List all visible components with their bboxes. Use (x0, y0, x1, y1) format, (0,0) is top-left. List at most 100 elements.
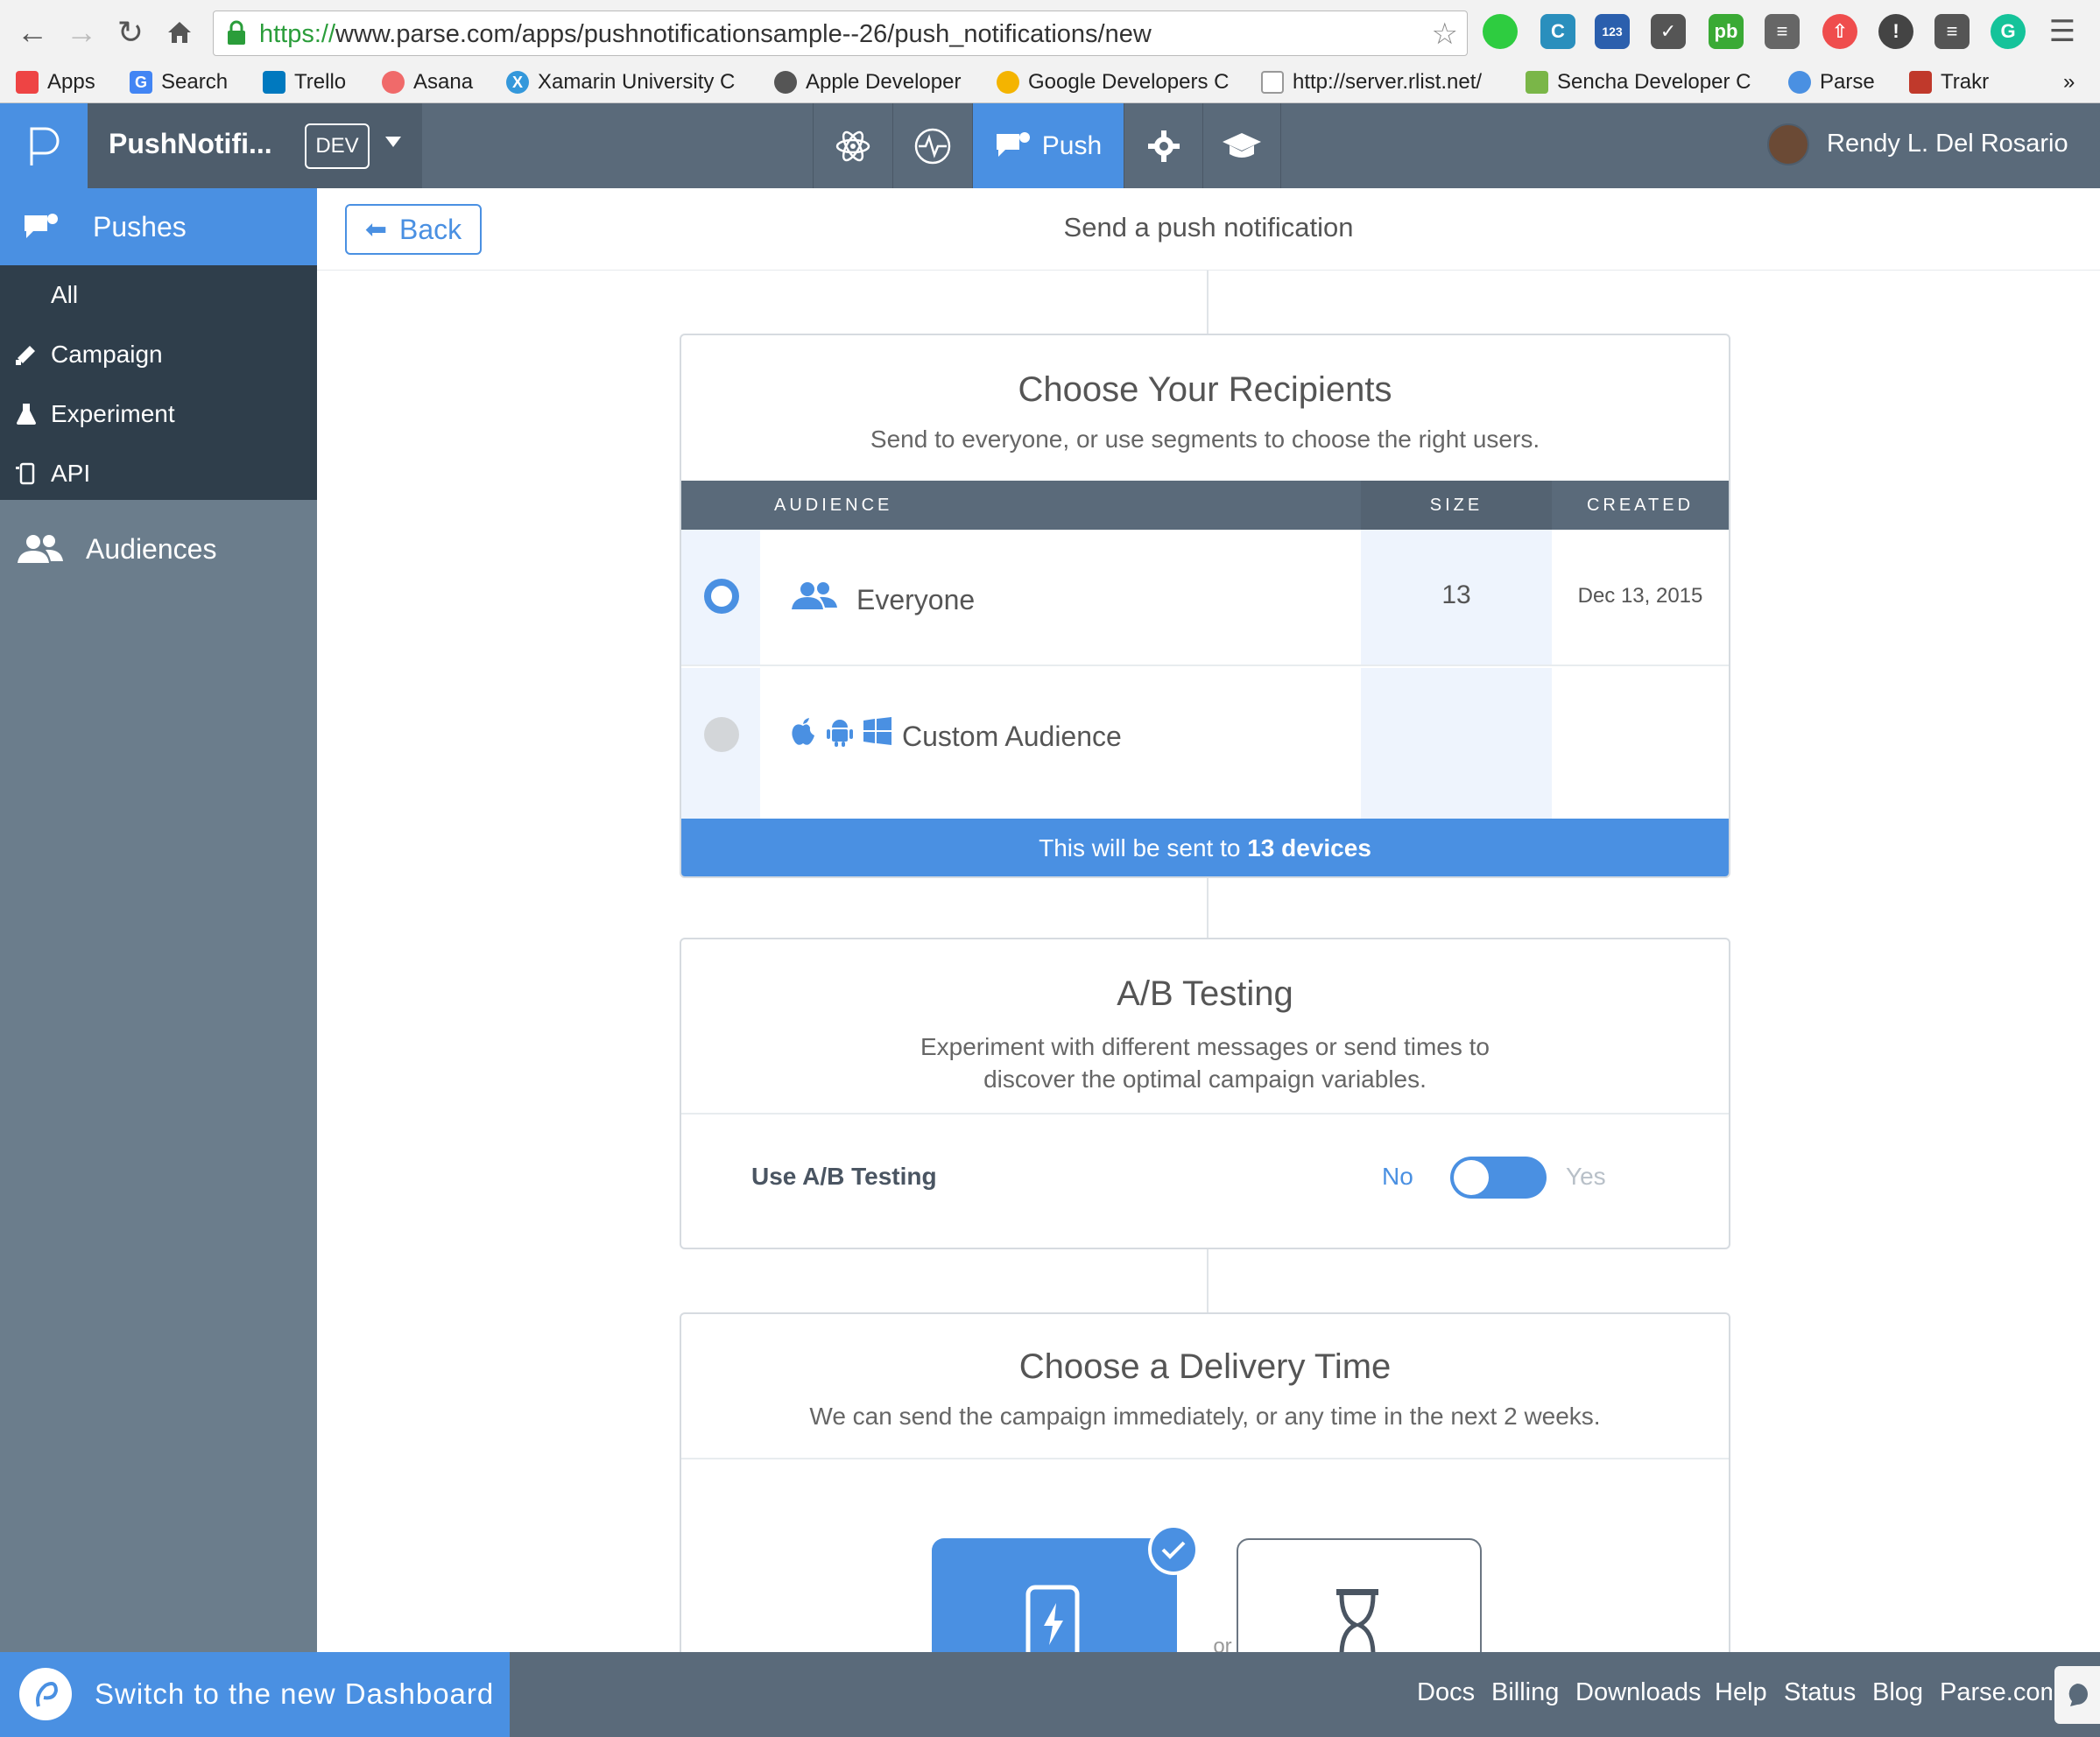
asana-icon (382, 71, 405, 94)
reader-extension-icon[interactable]: ≡ (1765, 14, 1800, 49)
ab-testing-card: A/B Testing Experiment with different me… (680, 938, 1730, 1249)
audience-radio-unselected[interactable] (704, 717, 739, 752)
check-circle-icon (1148, 1524, 1199, 1575)
bookmark-asana[interactable]: Asana (382, 67, 473, 98)
pulse-icon (914, 128, 950, 164)
sidebar: Pushes All Campaign Experiment API Audie… (0, 188, 317, 1652)
size-column (1361, 668, 1552, 819)
switch-dashboard-button[interactable]: Switch to the new Dashboard (0, 1652, 510, 1737)
divider (681, 1458, 1729, 1459)
footer-link-help[interactable]: Help (1715, 1678, 1767, 1707)
pocket-extension-icon[interactable]: ✓ (1651, 14, 1686, 49)
bookmark-xamarin[interactable]: X Xamarin University C (506, 67, 735, 98)
bookmark-rlist[interactable]: http://server.rlist.net/ (1261, 67, 1482, 98)
home-icon[interactable] (159, 12, 200, 53)
toggle-yes-label[interactable]: Yes (1566, 1163, 1606, 1191)
audience-row-everyone[interactable]: Everyone 13 Dec 13, 2015 (681, 530, 1729, 666)
chevron-down-icon[interactable] (385, 137, 401, 147)
toggle-extension-icon[interactable]: ≡ (1934, 14, 1970, 49)
bookmark-label: Trakr (1941, 70, 1990, 94)
banner-count: 13 devices (1247, 834, 1371, 861)
phone-bolt-icon (1025, 1585, 1080, 1652)
evernote-extension-icon[interactable] (1483, 14, 1518, 49)
parse-p-icon (30, 127, 60, 165)
sidebar-item-api[interactable]: API (0, 444, 317, 503)
audience-name: Custom Audience (902, 721, 1122, 752)
apple-icon (792, 718, 814, 745)
bookmark-parse[interactable]: Parse (1788, 67, 1875, 98)
bookmark-google-developers[interactable]: Google Developers C (997, 67, 1229, 98)
bookmark-trello[interactable]: Trello (263, 67, 346, 98)
bookmark-search[interactable]: G Search (130, 67, 228, 98)
nav-push[interactable]: Push (972, 103, 1124, 188)
sidebar-label: Audiences (86, 532, 217, 565)
browser-chrome: ← → ↻ https://www.parse.com/apps/pushnot… (0, 0, 2100, 103)
rss-extension-icon[interactable]: C (1540, 14, 1575, 49)
lock-icon (226, 20, 247, 46)
footer-link-parse[interactable]: Parse.com (1940, 1678, 2052, 1707)
back-arrow-icon[interactable]: ← (12, 12, 53, 53)
sidebar-item-pushes[interactable]: Pushes (0, 188, 317, 265)
bookmark-apple-developer[interactable]: Apple Developer (774, 67, 961, 98)
1password-extension-icon[interactable]: ! (1878, 14, 1913, 49)
reload-icon[interactable]: ↻ (110, 12, 151, 53)
send-now-option[interactable] (932, 1538, 1177, 1652)
nav-docs[interactable] (1202, 103, 1281, 188)
nav-core[interactable] (813, 103, 891, 188)
sidebar-item-experiment[interactable]: Experiment (0, 384, 317, 444)
footer-link-docs[interactable]: Docs (1417, 1678, 1475, 1707)
toggle-no-label[interactable]: No (1382, 1163, 1413, 1191)
sidebar-pushes-row: Pushes (0, 197, 317, 257)
bookmark-label: Search (161, 70, 229, 94)
footer-link-status[interactable]: Status (1784, 1678, 1856, 1707)
column-header-audience: AUDIENCE (774, 495, 893, 515)
recipients-card: Choose Your Recipients Send to everyone,… (680, 334, 1730, 878)
bookmark-sencha[interactable]: Sencha Developer C (1526, 67, 1751, 98)
bookmarks-overflow-button[interactable]: » (2063, 67, 2075, 98)
bookmark-label: Sencha Developer C (1557, 70, 1751, 94)
bookmark-label: http://server.rlist.net/ (1293, 70, 1483, 94)
nav-analytics[interactable] (892, 103, 971, 188)
audience-radio-selected[interactable] (704, 579, 739, 614)
audience-table-header: AUDIENCE SIZE CREATED (681, 481, 1729, 530)
footer-link-downloads[interactable]: Downloads (1575, 1678, 1701, 1707)
google-developers-icon (997, 71, 1019, 94)
sidebar-item-all[interactable]: All (0, 265, 317, 325)
menu-icon[interactable]: ☰ (2045, 14, 2080, 49)
sidebar-label: Campaign (51, 341, 163, 368)
card-title: Choose a Delivery Time (1018, 1347, 1392, 1386)
user-name[interactable]: Rendy L. Del Rosario (1827, 130, 2068, 158)
nav-settings[interactable] (1124, 103, 1202, 188)
nav-push-label: Push (1041, 130, 1103, 160)
xamarin-icon: X (506, 71, 529, 94)
address-bar[interactable]: https://www.parse.com/apps/pushnotificat… (213, 11, 1468, 56)
bookmark-label: Trello (294, 70, 347, 94)
upload-extension-icon[interactable]: ⇧ (1822, 14, 1857, 49)
footer-link-billing[interactable]: Billing (1491, 1678, 1559, 1707)
sidebar-submenu: All Campaign Experiment API (0, 265, 317, 500)
avatar[interactable] (1767, 123, 1809, 165)
sidebar-item-campaign[interactable]: Campaign (0, 325, 317, 384)
ab-testing-toggle[interactable] (1450, 1157, 1547, 1199)
bookmark-star-icon[interactable]: ☆ (1432, 17, 1458, 52)
grammarly-extension-icon[interactable]: G (1991, 14, 2026, 49)
parse-logo[interactable] (0, 103, 88, 188)
bookmark-trakr[interactable]: Trakr (1909, 67, 1989, 98)
sidebar-label: Pushes (93, 210, 187, 243)
app-header: PushNotifi... DEV Push Rendy L. Del Rosa… (0, 103, 2100, 188)
audience-row-custom[interactable]: Custom Audience (681, 668, 1729, 819)
pushbullet-extension-icon[interactable]: pb (1709, 14, 1744, 49)
sidebar-label: All (51, 281, 79, 308)
schedule-option[interactable] (1237, 1538, 1482, 1652)
footer-link-blog[interactable]: Blog (1872, 1678, 1923, 1707)
bookmark-apps[interactable]: Apps (16, 67, 95, 98)
counter-extension-icon[interactable]: 123 (1595, 14, 1630, 49)
chat-bubble-icon[interactable] (2054, 1666, 2100, 1724)
bookmark-label: Asana (413, 70, 474, 94)
flask-icon (17, 404, 36, 425)
forward-arrow-icon[interactable]: → (61, 12, 102, 53)
bookmarks-bar: Apps G Search Trello Asana X Xamarin Unive… (0, 63, 2100, 102)
sidebar-item-audiences[interactable]: Audiences (0, 514, 317, 584)
app-switcher[interactable]: PushNotifi... DEV (88, 103, 422, 188)
bookmark-label: Google Developers C (1028, 70, 1230, 94)
